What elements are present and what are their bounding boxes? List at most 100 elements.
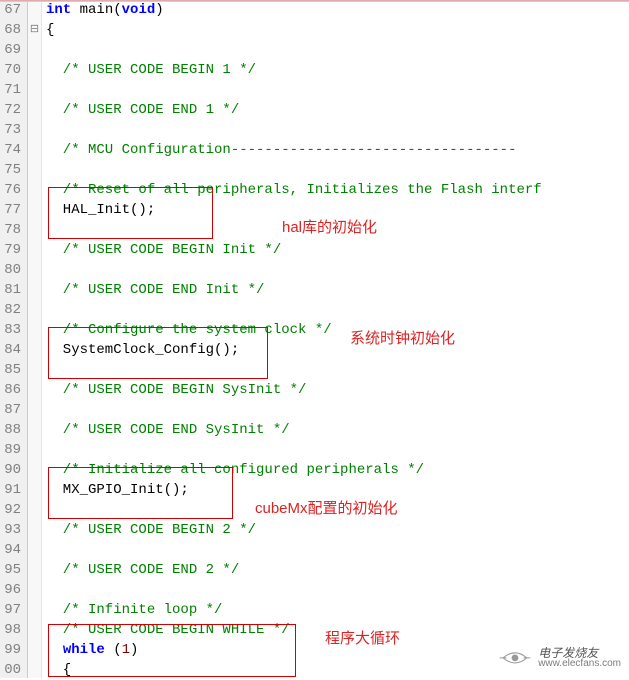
line-number[interactable]: 72 xyxy=(0,100,21,120)
fold-empty xyxy=(28,280,41,300)
line-number[interactable]: 81 xyxy=(0,280,21,300)
token-paren: { xyxy=(46,22,54,38)
code-line[interactable]: /* USER CODE BEGIN 2 */ xyxy=(46,520,629,540)
fold-empty xyxy=(28,220,41,240)
line-number[interactable]: 94 xyxy=(0,540,21,560)
line-number[interactable]: 77 xyxy=(0,200,21,220)
line-number[interactable]: 69 xyxy=(0,40,21,60)
fold-empty xyxy=(28,360,41,380)
fold-empty xyxy=(28,460,41,480)
code-area[interactable]: int main(void){ /* USER CODE BEGIN 1 */ … xyxy=(42,0,629,678)
token-kw: while xyxy=(63,642,105,658)
code-line[interactable] xyxy=(46,220,629,240)
code-line[interactable] xyxy=(46,160,629,180)
fold-toggle-icon[interactable]: ⊟ xyxy=(28,20,41,40)
line-number[interactable]: 89 xyxy=(0,440,21,460)
code-line[interactable]: /* MCU Configuration--------------------… xyxy=(46,140,629,160)
code-editor[interactable]: 6768697071727374757677787980818283848586… xyxy=(0,0,629,678)
fold-empty xyxy=(28,580,41,600)
code-line[interactable]: SystemClock_Config(); xyxy=(46,340,629,360)
line-number[interactable]: 76 xyxy=(0,180,21,200)
fold-empty xyxy=(28,140,41,160)
line-number[interactable]: 71 xyxy=(0,80,21,100)
code-line[interactable]: /* USER CODE BEGIN WHILE */ xyxy=(46,620,629,640)
code-line[interactable]: /* USER CODE BEGIN 1 */ xyxy=(46,60,629,80)
line-number[interactable]: 87 xyxy=(0,400,21,420)
fold-empty xyxy=(28,300,41,320)
token-comment: /* Configure the system clock */ xyxy=(46,322,332,338)
code-line[interactable]: { xyxy=(46,20,629,40)
line-number[interactable]: 99 xyxy=(0,640,21,660)
fold-empty xyxy=(28,420,41,440)
code-line[interactable] xyxy=(46,300,629,320)
line-number[interactable]: 93 xyxy=(0,520,21,540)
line-number[interactable]: 70 xyxy=(0,60,21,80)
token-paren: ) xyxy=(130,642,138,658)
token-paren: ( xyxy=(113,642,121,658)
code-line[interactable]: HAL_Init(); xyxy=(46,200,629,220)
code-line[interactable]: /* USER CODE END 1 */ xyxy=(46,100,629,120)
line-number[interactable]: 74 xyxy=(0,140,21,160)
line-number[interactable]: 96 xyxy=(0,580,21,600)
token-ident xyxy=(105,642,113,658)
code-line[interactable]: /* USER CODE END SysInit */ xyxy=(46,420,629,440)
code-line[interactable] xyxy=(46,40,629,60)
line-number[interactable]: 78 xyxy=(0,220,21,240)
line-number[interactable]: 80 xyxy=(0,260,21,280)
code-line[interactable]: /* USER CODE END Init */ xyxy=(46,280,629,300)
fold-empty xyxy=(28,80,41,100)
fold-empty xyxy=(28,0,41,20)
code-line[interactable]: /* USER CODE BEGIN SysInit */ xyxy=(46,380,629,400)
line-number[interactable]: 83 xyxy=(0,320,21,340)
line-number[interactable]: 68 xyxy=(0,20,21,40)
line-number-gutter[interactable]: 6768697071727374757677787980818283848586… xyxy=(0,0,28,678)
fold-empty xyxy=(28,620,41,640)
line-number[interactable]: 91 xyxy=(0,480,21,500)
fold-empty xyxy=(28,240,41,260)
token-comment: /* MCU Configuration--------------------… xyxy=(46,142,516,158)
fold-empty xyxy=(28,260,41,280)
code-line[interactable] xyxy=(46,440,629,460)
code-line[interactable]: /* Infinite loop */ xyxy=(46,600,629,620)
code-line[interactable]: /* Reset of all peripherals, Initializes… xyxy=(46,180,629,200)
line-number[interactable]: 97 xyxy=(0,600,21,620)
code-line[interactable] xyxy=(46,260,629,280)
line-number[interactable]: 00 xyxy=(0,660,21,680)
line-number[interactable]: 98 xyxy=(0,620,21,640)
code-line[interactable] xyxy=(46,500,629,520)
token-ident: MX_GPIO_Init xyxy=(46,482,164,498)
line-number[interactable]: 82 xyxy=(0,300,21,320)
line-number[interactable]: 88 xyxy=(0,420,21,440)
line-number[interactable]: 73 xyxy=(0,120,21,140)
code-line[interactable]: /* Initialize all configured peripherals… xyxy=(46,460,629,480)
line-number[interactable]: 95 xyxy=(0,560,21,580)
code-line[interactable]: MX_GPIO_Init(); xyxy=(46,480,629,500)
fold-empty xyxy=(28,40,41,60)
code-line[interactable] xyxy=(46,580,629,600)
code-line[interactable] xyxy=(46,120,629,140)
code-line[interactable] xyxy=(46,360,629,380)
code-line[interactable] xyxy=(46,80,629,100)
line-number[interactable]: 75 xyxy=(0,160,21,180)
code-line[interactable]: int main(void) xyxy=(46,0,629,20)
fold-empty xyxy=(28,380,41,400)
line-number[interactable]: 67 xyxy=(0,0,21,20)
code-line[interactable]: /* USER CODE END 2 */ xyxy=(46,560,629,580)
code-line[interactable]: /* USER CODE BEGIN Init */ xyxy=(46,240,629,260)
fold-column[interactable]: ⊟ xyxy=(28,0,42,678)
code-line[interactable]: /* Configure the system clock */ xyxy=(46,320,629,340)
line-number[interactable]: 92 xyxy=(0,500,21,520)
line-number[interactable]: 79 xyxy=(0,240,21,260)
line-number[interactable]: 84 xyxy=(0,340,21,360)
token-comment: /* USER CODE END SysInit */ xyxy=(46,422,290,438)
code-line[interactable] xyxy=(46,540,629,560)
code-line[interactable] xyxy=(46,400,629,420)
line-number[interactable]: 90 xyxy=(0,460,21,480)
fold-empty xyxy=(28,500,41,520)
watermark-logo-icon xyxy=(498,646,532,670)
fold-empty xyxy=(28,120,41,140)
token-paren: ( xyxy=(113,2,121,18)
line-number[interactable]: 86 xyxy=(0,380,21,400)
token-ident: SystemClock_Config xyxy=(46,342,214,358)
line-number[interactable]: 85 xyxy=(0,360,21,380)
